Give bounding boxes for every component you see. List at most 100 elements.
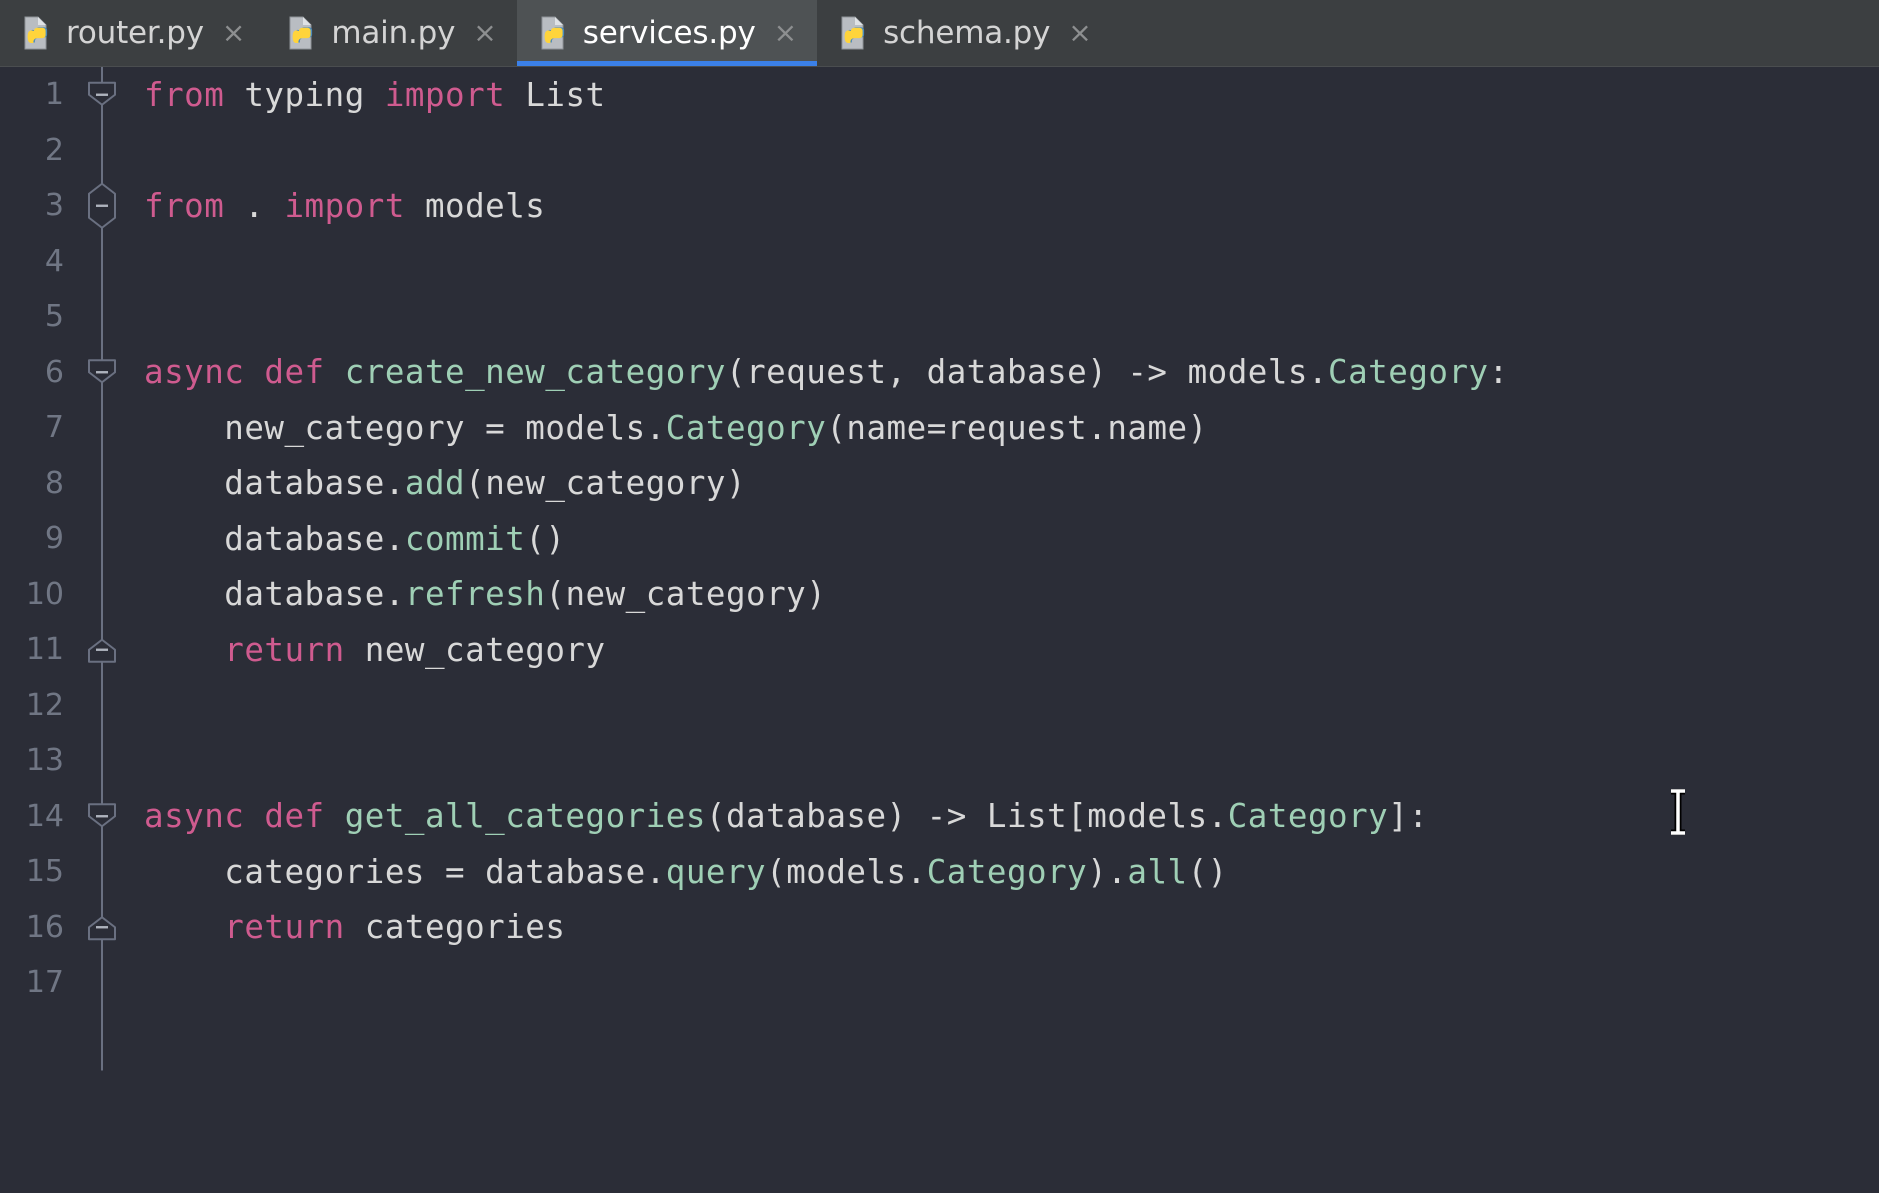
code-token-mth: all xyxy=(1127,853,1187,891)
code-text: from . import models xyxy=(136,187,545,225)
fold-marker-slot[interactable] xyxy=(64,567,136,623)
code-line[interactable]: 2 xyxy=(0,123,1879,179)
fold-marker-slot[interactable] xyxy=(64,400,136,456)
code-token-kw: from xyxy=(144,76,224,114)
code-line[interactable]: 6 async def create_new_category(request, … xyxy=(0,345,1879,401)
fold-marker-slot[interactable] xyxy=(64,234,136,290)
python-file-icon xyxy=(839,16,869,50)
fold-marker-slot[interactable] xyxy=(64,678,136,734)
fold-marker-slot[interactable] xyxy=(64,955,136,1011)
tab-main-py[interactable]: main.py × xyxy=(265,0,516,66)
line-number[interactable]: 9 xyxy=(0,521,64,556)
line-number[interactable]: 14 xyxy=(0,799,64,834)
editor-tab-bar: router.py × main.py × services.py × schema.py × xyxy=(0,0,1879,67)
fold-marker-slot[interactable] xyxy=(64,67,136,123)
code-token-mth: commit xyxy=(405,520,525,558)
line-number[interactable]: 16 xyxy=(0,910,64,945)
code-text: from typing import List xyxy=(136,76,606,114)
code-line[interactable]: 11 return new_category xyxy=(0,622,1879,678)
tab-label: schema.py xyxy=(883,15,1050,51)
code-line[interactable]: 16 return categories xyxy=(0,900,1879,956)
line-number[interactable]: 2 xyxy=(0,133,64,168)
code-editor-area[interactable]: 1 from typing import List 2 3 from . import … xyxy=(0,67,1879,1193)
code-token-kw: from xyxy=(144,187,224,225)
line-number[interactable]: 8 xyxy=(0,466,64,501)
fold-marker-slot[interactable] xyxy=(64,511,136,567)
code-token-mth: query xyxy=(666,853,766,891)
fold-marker-slot[interactable] xyxy=(64,900,136,956)
tab-close-icon[interactable]: × xyxy=(222,19,245,47)
tab-close-icon[interactable]: × xyxy=(473,19,496,47)
fold-marker-slot[interactable] xyxy=(64,345,136,401)
fold-marker-slot[interactable] xyxy=(64,123,136,179)
code-line[interactable]: 1 from typing import List xyxy=(0,67,1879,123)
tab-close-icon[interactable]: × xyxy=(774,19,797,47)
code-token-kw: return xyxy=(224,908,344,946)
line-number[interactable]: 11 xyxy=(0,632,64,667)
fold-marker-slot[interactable] xyxy=(64,733,136,789)
code-line[interactable]: 9 database.commit() xyxy=(0,511,1879,567)
code-token-kw: import xyxy=(284,187,404,225)
code-token-fn: create_new_category xyxy=(345,353,726,391)
code-lines-container: 1 from typing import List 2 3 from . import … xyxy=(0,67,1879,1011)
code-line[interactable]: 4 xyxy=(0,234,1879,290)
code-token-kw: async xyxy=(144,353,244,391)
line-number[interactable]: 13 xyxy=(0,743,64,778)
code-text: return categories xyxy=(136,908,565,946)
code-line[interactable]: 7 new_category = models.Category(name=re… xyxy=(0,400,1879,456)
code-line[interactable]: 3 from . import models xyxy=(0,178,1879,234)
code-text: async def get_all_categories(database) -… xyxy=(136,797,1428,835)
code-line[interactable]: 13 xyxy=(0,733,1879,789)
code-line[interactable]: 8 database.add(new_category) xyxy=(0,456,1879,512)
fold-marker-slot[interactable] xyxy=(64,289,136,345)
code-text: database.add(new_category) xyxy=(136,464,746,502)
code-line[interactable]: 10 database.refresh(new_category) xyxy=(0,567,1879,623)
code-text: return new_category xyxy=(136,631,606,669)
code-token-mth: Category xyxy=(1328,353,1489,391)
code-text: async def create_new_category(request, d… xyxy=(136,353,1509,391)
code-token-mth: refresh xyxy=(405,575,545,613)
tab-schema-py[interactable]: schema.py × xyxy=(817,0,1112,66)
tab-label: main.py xyxy=(331,15,455,51)
tab-label: services.py xyxy=(583,15,756,51)
fold-marker-slot[interactable] xyxy=(64,622,136,678)
python-file-icon xyxy=(22,16,52,50)
fold-marker-slot[interactable] xyxy=(64,456,136,512)
line-number[interactable]: 6 xyxy=(0,355,64,390)
code-line[interactable]: 17 xyxy=(0,955,1879,1011)
line-number[interactable]: 12 xyxy=(0,688,64,723)
tab-close-icon[interactable]: × xyxy=(1068,19,1091,47)
active-tab-indicator xyxy=(517,61,817,66)
tab-label: router.py xyxy=(66,15,204,51)
code-text: database.commit() xyxy=(136,520,565,558)
code-token-kw: import xyxy=(385,76,505,114)
code-token-fn: get_all_categories xyxy=(345,797,706,835)
code-token-mth: add xyxy=(405,464,465,502)
fold-marker-slot[interactable] xyxy=(64,789,136,845)
fold-marker-slot[interactable] xyxy=(64,844,136,900)
line-number[interactable]: 15 xyxy=(0,854,64,889)
code-line[interactable]: 15 categories = database.query(models.Ca… xyxy=(0,844,1879,900)
line-number[interactable]: 3 xyxy=(0,188,64,223)
line-number[interactable]: 4 xyxy=(0,244,64,279)
line-number[interactable]: 5 xyxy=(0,299,64,334)
code-line[interactable]: 14 async def get_all_categories(database)… xyxy=(0,789,1879,845)
line-number[interactable]: 10 xyxy=(0,577,64,612)
code-token-kw: async xyxy=(144,797,244,835)
code-token-mth: Category xyxy=(666,409,827,447)
code-line[interactable]: 12 xyxy=(0,678,1879,734)
tab-services-py[interactable]: services.py × xyxy=(517,0,817,66)
python-file-icon xyxy=(539,16,569,50)
fold-marker-slot[interactable] xyxy=(64,178,136,234)
code-token-kw: def xyxy=(264,797,324,835)
code-text: database.refresh(new_category) xyxy=(136,575,826,613)
line-number[interactable]: 7 xyxy=(0,410,64,445)
code-line[interactable]: 5 xyxy=(0,289,1879,345)
python-file-icon xyxy=(287,16,317,50)
line-number[interactable]: 17 xyxy=(0,965,64,1000)
tab-router-py[interactable]: router.py × xyxy=(0,0,265,66)
code-text: new_category = models.Category(name=requ… xyxy=(136,409,1208,447)
code-token-mth: Category xyxy=(1228,797,1389,835)
code-token-mth: Category xyxy=(927,853,1088,891)
line-number[interactable]: 1 xyxy=(0,77,64,112)
